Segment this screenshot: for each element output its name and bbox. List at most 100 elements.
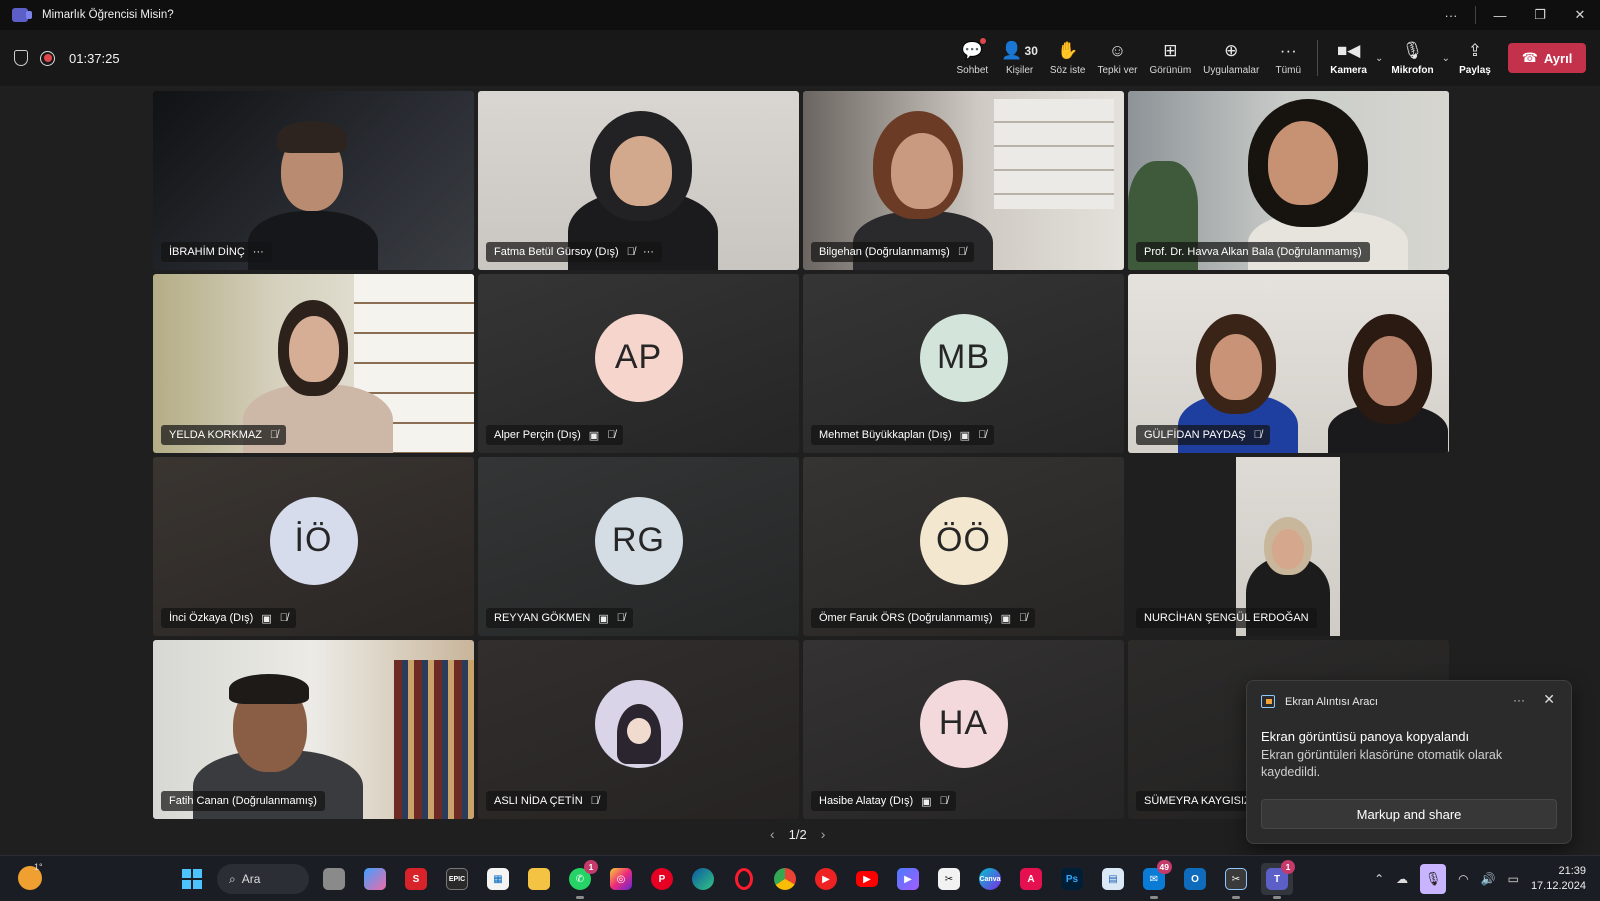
capcut-icon[interactable]: ✂: [933, 863, 965, 895]
snipping-tool-notification[interactable]: Ekran Alıntısı Aracı ··· ✕ Ekran görüntü…: [1246, 680, 1572, 844]
more-icon[interactable]: ···: [1513, 693, 1525, 707]
copilot-icon[interactable]: [359, 863, 391, 895]
camera-options-chevron-icon[interactable]: ⌄: [1375, 53, 1383, 64]
view-label: Görünüm: [1149, 65, 1192, 76]
more-options-icon[interactable]: ···: [1431, 0, 1471, 30]
view-button[interactable]: ⊞ Görünüm: [1143, 30, 1197, 86]
edge-icon[interactable]: [687, 863, 719, 895]
leave-button[interactable]: ☎ Ayrıl: [1508, 43, 1586, 73]
participant-tile[interactable]: YELDA KORKMAZ 🎙̸: [153, 274, 474, 453]
snippet-app-icon[interactable]: S: [400, 863, 432, 895]
outlook-icon[interactable]: O: [1179, 863, 1211, 895]
microphone-in-use-icon[interactable]: 🎙: [1420, 863, 1447, 894]
photoshop-icon[interactable]: Ps: [1056, 863, 1088, 895]
snipping-tool-taskbar-icon[interactable]: ✂: [1220, 863, 1252, 899]
mail-icon[interactable]: ✉ 49: [1138, 860, 1172, 899]
participant-name-tag: REYYAN GÖKMEN ▣ 🎙̸: [486, 608, 634, 628]
task-view-icon[interactable]: [318, 863, 350, 895]
media-app-icon[interactable]: ▶: [892, 863, 924, 895]
whatsapp-badge: 1: [584, 860, 598, 874]
opera-icon[interactable]: [728, 863, 760, 895]
chat-button[interactable]: 💬 Sohbet: [949, 30, 995, 86]
participant-tile[interactable]: ASLI NİDA ÇETİN 🎙̸: [478, 640, 799, 819]
share-button[interactable]: ⇪ Paylaş: [1452, 30, 1498, 86]
avatar: RG: [594, 496, 683, 585]
participant-name: İBRAHİM DİNÇ: [169, 246, 245, 258]
teams-taskbar-icon[interactable]: T 1: [1261, 860, 1295, 899]
more-button[interactable]: ··· Tümü: [1265, 30, 1311, 86]
onedrive-icon[interactable]: ☁: [1396, 872, 1408, 886]
close-button[interactable]: ✕: [1560, 0, 1600, 30]
microphone-button[interactable]: 🎙 Mikrofon: [1385, 30, 1439, 86]
avatar-picture: [594, 679, 683, 768]
raise-hand-button[interactable]: ✋ Söz iste: [1044, 30, 1092, 86]
whatsapp-icon[interactable]: ✆ 1: [564, 860, 598, 899]
participant-tile[interactable]: GÜLFİDAN PAYDAŞ 🎙̸: [1128, 274, 1449, 453]
instagram-icon[interactable]: ◎: [605, 863, 637, 895]
divider: [1475, 6, 1476, 24]
file-explorer-icon[interactable]: [523, 863, 555, 895]
more-icon: ···: [1279, 41, 1297, 60]
minimize-button[interactable]: —: [1480, 0, 1520, 30]
previous-page-icon[interactable]: ‹: [770, 826, 775, 842]
media-player-icon[interactable]: ▶: [810, 863, 842, 895]
raise-hand-label: Söz iste: [1049, 65, 1086, 76]
clock-date: 17.12.2024: [1530, 879, 1586, 892]
close-icon[interactable]: ✕: [1543, 691, 1555, 708]
participant-tile[interactable]: İÖ İnci Özkaya (Dış) ▣ 🎙̸: [153, 457, 474, 636]
markup-and-share-button[interactable]: Markup and share: [1261, 799, 1557, 829]
participant-name: SÜMEYRA KAYGISIZ: [1144, 795, 1251, 807]
youtube-icon[interactable]: ▶: [851, 863, 883, 895]
participant-tile[interactable]: Fatih Canan (Doğrulanmamış): [153, 640, 474, 819]
battery-icon[interactable]: ▭: [1508, 872, 1519, 886]
share-label: Paylaş: [1459, 65, 1491, 76]
people-icon: 👤 30: [1001, 41, 1038, 60]
camera-off-icon: ▣: [588, 429, 600, 442]
camera-button[interactable]: ■◀ Kamera: [1324, 30, 1373, 86]
participant-name-tag: Mehmet Büyükkaplan (Dış) ▣ 🎙̸: [811, 425, 995, 445]
participant-name: Alper Perçin (Dış): [494, 429, 581, 441]
chrome-icon[interactable]: [769, 863, 801, 895]
participant-name: YELDA KORKMAZ: [169, 429, 262, 441]
wifi-icon[interactable]: ◠: [1458, 872, 1468, 886]
microsoft-store-icon[interactable]: ▦: [482, 863, 514, 895]
more-icon[interactable]: ···: [253, 246, 264, 258]
participant-tile[interactable]: HA Hasibe Alatay (Dış) ▣ 🎙̸: [803, 640, 1124, 819]
participant-name-tag: İnci Özkaya (Dış) ▣ 🎙̸: [161, 608, 297, 628]
canva-icon[interactable]: Canva: [974, 863, 1006, 895]
participant-tile[interactable]: RG REYYAN GÖKMEN ▣ 🎙̸: [478, 457, 799, 636]
more-icon[interactable]: ···: [643, 246, 654, 258]
participant-name-tag: Bilgehan (Doğrulanmamış) 🎙̸: [811, 242, 975, 262]
participant-tile-active-speaker[interactable]: Prof. Dr. Havva Alkan Bala (Doğrulanmamı…: [1128, 91, 1449, 270]
participant-name: Ömer Faruk ÖRS (Doğrulanmamış): [819, 612, 993, 624]
participant-tile[interactable]: İBRAHİM DİNÇ ···: [153, 91, 474, 270]
participant-tile[interactable]: NURCİHAN ŞENGÜL ERDOĞAN: [1128, 457, 1449, 636]
next-page-icon[interactable]: ›: [821, 826, 826, 842]
epic-games-icon[interactable]: EPIC: [441, 863, 473, 895]
react-button[interactable]: ☺ Tepki ver: [1091, 30, 1143, 86]
microphone-icon: 🎙: [1401, 41, 1424, 60]
restore-button[interactable]: ❐: [1520, 0, 1560, 30]
microphone-options-chevron-icon[interactable]: ⌄: [1442, 53, 1450, 64]
clock[interactable]: 21:39 17.12.2024: [1531, 864, 1586, 894]
participant-tile[interactable]: AP Alper Perçin (Dış) ▣ 🎙̸: [478, 274, 799, 453]
chevron-up-icon[interactable]: ⌃: [1374, 872, 1384, 886]
start-icon[interactable]: [176, 863, 208, 895]
title-bar: Mimarlık Öğrencisi Misin? ··· — ❐ ✕: [0, 0, 1600, 30]
taskbar-apps: ⌕ Ara S EPIC ▦ ✆ 1 ◎ P ▶ ▶ ▶ ✂ Canva A P…: [176, 860, 1295, 899]
apps-button[interactable]: ⊕ Uygulamalar: [1197, 30, 1265, 86]
search-box[interactable]: ⌕ Ara: [217, 864, 309, 894]
participant-tile[interactable]: MB Mehmet Büyükkaplan (Dış) ▣ 🎙̸: [803, 274, 1124, 453]
mic-off-icon: 🎙̸: [978, 429, 987, 441]
volume-icon[interactable]: 🔊: [1481, 872, 1496, 886]
participant-tile[interactable]: Bilgehan (Doğrulanmamış) 🎙̸: [803, 91, 1124, 270]
participant-name: Prof. Dr. Havva Alkan Bala (Doğrulanmamı…: [1144, 246, 1362, 258]
participant-tile[interactable]: Fatma Betül Gürsoy (Dış) 🎙̸ ···: [478, 91, 799, 270]
people-button[interactable]: 👤 30 Kişiler: [995, 30, 1044, 86]
recording-icon[interactable]: [40, 50, 55, 66]
participant-tile[interactable]: ÖÖ Ömer Faruk ÖRS (Doğrulanmamış) ▣ 🎙̸: [803, 457, 1124, 636]
pinterest-icon[interactable]: P: [646, 863, 678, 895]
shield-icon[interactable]: [14, 50, 28, 66]
notepad-icon[interactable]: ▤: [1097, 863, 1129, 895]
autocad-icon[interactable]: A: [1015, 863, 1047, 895]
